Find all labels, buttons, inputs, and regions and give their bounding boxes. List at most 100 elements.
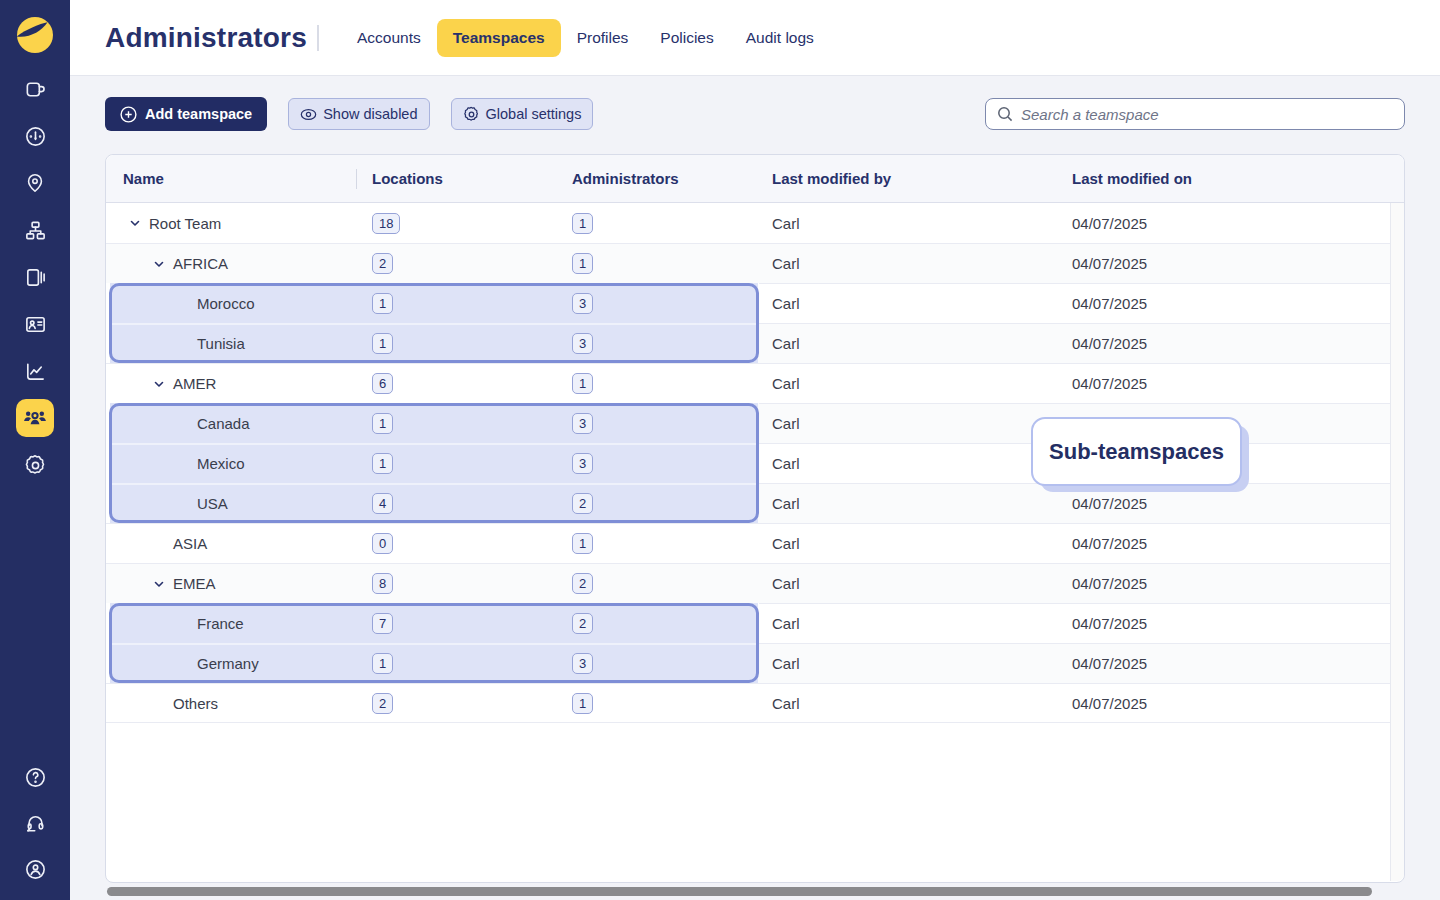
chevron-down-icon[interactable]: [153, 578, 173, 590]
teamspace-name: EMEA: [173, 575, 216, 592]
table-row[interactable]: Others21Carl04/07/2025: [106, 683, 1404, 723]
administrators-badge: 3: [572, 453, 593, 474]
sub-teamspaces-tooltip: Sub-teamspaces: [1031, 417, 1242, 486]
org-chart-icon: [24, 219, 47, 242]
sidebar-item-gauge[interactable]: [16, 117, 54, 155]
cell-administrators: 2: [572, 613, 772, 634]
cell-administrators: 2: [572, 493, 772, 514]
sidebar-item-map-pin[interactable]: [16, 164, 54, 202]
column-header-locations[interactable]: Locations: [372, 170, 572, 187]
cell-administrators: 1: [572, 693, 772, 714]
teamspace-name: USA: [197, 495, 228, 512]
administrators-badge: 1: [572, 693, 593, 714]
app-logo[interactable]: [16, 16, 54, 54]
global-settings-button[interactable]: Global settings: [451, 98, 594, 130]
chevron-down-icon[interactable]: [153, 378, 173, 390]
search-input[interactable]: [1021, 106, 1393, 123]
administrators-badge: 1: [572, 253, 593, 274]
cell-name: EMEA: [106, 575, 372, 592]
locations-badge: 1: [372, 293, 393, 314]
administrators-badge: 3: [572, 413, 593, 434]
nav-tab-teamspaces[interactable]: Teamspaces: [437, 19, 561, 57]
column-header-last-modified-on[interactable]: Last modified on: [1072, 170, 1192, 187]
top-nav: AccountsTeamspacesProfilesPoliciesAudit …: [341, 19, 830, 57]
cell-name: USA: [106, 495, 372, 512]
cell-locations: 4: [372, 493, 572, 514]
cell-administrators: 1: [572, 213, 772, 234]
sidebar-item-account[interactable]: [16, 850, 54, 888]
sidebar-item-line-chart[interactable]: [16, 352, 54, 390]
horizontal-scrollbar[interactable]: [107, 887, 1372, 896]
table-row[interactable]: Tunisia13Carl04/07/2025: [106, 323, 1404, 363]
column-header-administrators[interactable]: Administrators: [572, 170, 772, 187]
sidebar-item-gear[interactable]: [16, 446, 54, 484]
cell-modified-on: 04/07/2025: [1072, 615, 1147, 632]
chevron-down-icon[interactable]: [129, 217, 149, 229]
cell-administrators: 3: [572, 413, 772, 434]
gauge-icon: [24, 125, 47, 148]
cell-administrators: 1: [572, 253, 772, 274]
cell-modified-by: Carl: [772, 455, 1072, 472]
cell-modified-by: Carl: [772, 255, 1072, 272]
column-header-name[interactable]: Name: [106, 170, 372, 187]
toolbar: Add teamspace Show disabled Global setti…: [105, 97, 1405, 131]
teamspace-name: Canada: [197, 415, 250, 432]
table-row[interactable]: EMEA82Carl04/07/2025: [106, 563, 1404, 603]
vertical-scrollbar[interactable]: [1390, 203, 1404, 881]
cell-name: Morocco: [106, 295, 372, 312]
teamspaces-table: Name Locations Administrators Last modif…: [105, 154, 1405, 883]
administrators-badge: 1: [572, 373, 593, 394]
nav-tab-profiles[interactable]: Profiles: [561, 19, 645, 57]
table-row[interactable]: Germany13Carl04/07/2025: [106, 643, 1404, 683]
table-row[interactable]: France72Carl04/07/2025: [106, 603, 1404, 643]
cell-modified-by: Carl: [772, 615, 1072, 632]
teamspace-name: Germany: [197, 655, 259, 672]
table-row[interactable]: USA42Carl04/07/2025: [106, 483, 1404, 523]
cell-modified-on: 04/07/2025: [1072, 695, 1147, 712]
id-card-icon: [24, 313, 47, 336]
cell-modified-on: 04/07/2025: [1072, 655, 1147, 672]
cell-modified-on: 04/07/2025: [1072, 575, 1147, 592]
eye-icon: [300, 106, 317, 123]
cell-modified-on: 04/07/2025: [1072, 255, 1147, 272]
show-disabled-button[interactable]: Show disabled: [288, 98, 429, 130]
cell-administrators: 3: [572, 653, 772, 674]
help-icon: [24, 766, 47, 789]
sidebar: [0, 0, 70, 900]
sidebar-item-org-chart[interactable]: [16, 211, 54, 249]
nav-tab-accounts[interactable]: Accounts: [341, 19, 437, 57]
cell-name: France: [106, 615, 372, 632]
nav-tab-policies[interactable]: Policies: [644, 19, 729, 57]
table-row[interactable]: AFRICA21Carl04/07/2025: [106, 243, 1404, 283]
cell-modified-on: 04/07/2025: [1072, 535, 1147, 552]
locations-badge: 1: [372, 333, 393, 354]
cell-modified-by: Carl: [772, 415, 1072, 432]
nav-tab-audit-logs[interactable]: Audit logs: [730, 19, 830, 57]
cell-modified-by: Carl: [772, 215, 1072, 232]
sidebar-item-mug[interactable]: [16, 70, 54, 108]
cell-modified-by: Carl: [772, 575, 1072, 592]
administrators-badge: 3: [572, 653, 593, 674]
cell-name: Mexico: [106, 455, 372, 472]
sidebar-item-id-card[interactable]: [16, 305, 54, 343]
administrators-badge: 3: [572, 333, 593, 354]
cell-locations: 1: [372, 453, 572, 474]
table-row[interactable]: Morocco13Carl04/07/2025: [106, 283, 1404, 323]
search-box[interactable]: [985, 98, 1405, 130]
sidebar-item-users[interactable]: [16, 399, 54, 437]
sidebar-item-panels[interactable]: [16, 258, 54, 296]
table-row[interactable]: Root Team181Carl04/07/2025: [106, 203, 1404, 243]
locations-badge: 0: [372, 533, 393, 554]
sidebar-item-help[interactable]: [16, 758, 54, 796]
table-header: Name Locations Administrators Last modif…: [106, 155, 1404, 203]
table-row[interactable]: ASIA01Carl04/07/2025: [106, 523, 1404, 563]
column-header-last-modified-by[interactable]: Last modified by: [772, 170, 1072, 187]
table-row[interactable]: AMER61Carl04/07/2025: [106, 363, 1404, 403]
chevron-down-icon[interactable]: [153, 258, 173, 270]
teamspace-name: Root Team: [149, 215, 221, 232]
locations-badge: 6: [372, 373, 393, 394]
locations-badge: 1: [372, 653, 393, 674]
add-teamspace-button[interactable]: Add teamspace: [105, 97, 267, 131]
top-header: Administrators AccountsTeamspacesProfile…: [70, 0, 1440, 76]
sidebar-item-headset[interactable]: [16, 804, 54, 842]
